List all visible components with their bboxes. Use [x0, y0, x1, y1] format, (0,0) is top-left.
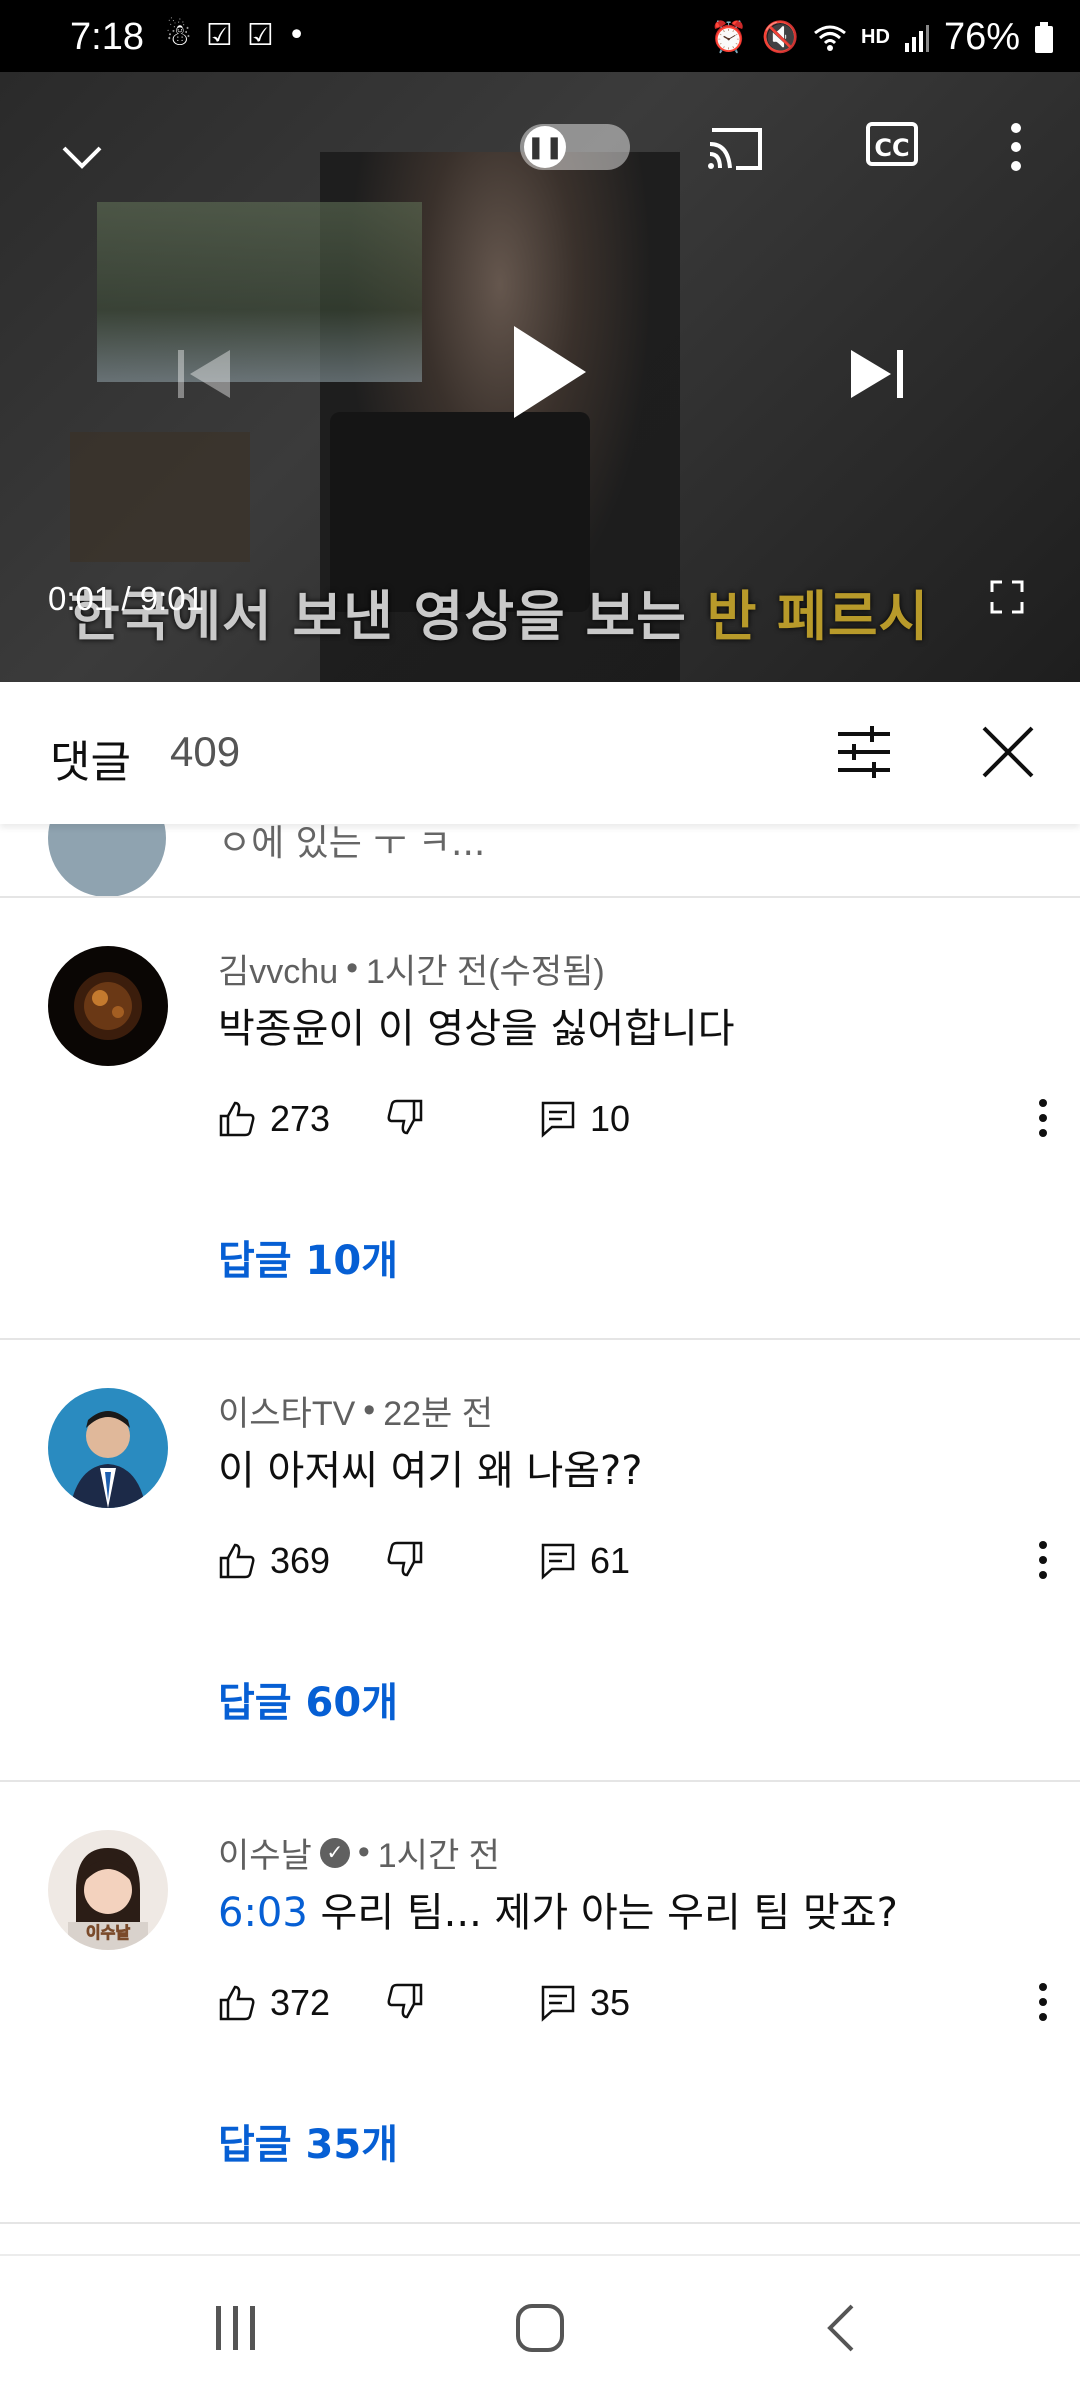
- comments-title: 댓글: [50, 737, 131, 788]
- comment-item[interactable]: 김vvchu • 1시간 전(수정됨) 박종윤이 이 영상을 싫어합니다 273…: [0, 898, 1080, 1338]
- dot-icon: •: [287, 18, 306, 53]
- meta-separator: •: [346, 949, 359, 987]
- sort-filter-icon[interactable]: [836, 724, 892, 784]
- minimize-chevron-icon[interactable]: [60, 132, 104, 183]
- meta-separator: •: [357, 1833, 370, 1871]
- thumbs-down-icon: [387, 1099, 423, 1135]
- comment-meta: 이수날 ✓ • 1시간 전: [218, 1828, 500, 1877]
- comment-icon: [541, 1101, 575, 1138]
- time-readout: 0:01 / 9:01: [48, 580, 204, 617]
- comment-more-icon[interactable]: [1038, 1982, 1048, 2032]
- previous-icon[interactable]: [172, 342, 236, 410]
- comment-text-container: 6:03 우리 팀... 제가 아는 우리 팀 맞죠?: [218, 1880, 898, 1938]
- verified-icon: ✓: [319, 1837, 350, 1868]
- reply-count: 10: [590, 1098, 631, 1139]
- fullscreen-icon[interactable]: [990, 580, 1024, 614]
- comment-text: 우리 팀... 제가 아는 우리 팀 맞죠?: [307, 1890, 898, 1936]
- comment-time: 1시간 전(수정됨): [366, 953, 605, 991]
- thumbs-down-icon: [387, 1541, 423, 1577]
- dislike-button[interactable]: [386, 1540, 424, 1582]
- comment-more-icon[interactable]: [1038, 1540, 1048, 1590]
- meta-separator: •: [363, 1391, 376, 1429]
- thumbs-up-icon: [219, 1985, 255, 2021]
- partial-comment[interactable]: ㅇ에 있는 ㅜ ㅋ...: [0, 779, 1080, 898]
- notification-icon: ☃: [165, 18, 192, 53]
- status-left-icons: ☃ ☑ ☑ •: [165, 20, 305, 52]
- subtitle-highlight: 반 페르시: [706, 585, 930, 648]
- video-frame-poster: [70, 432, 250, 562]
- comment-icon: [541, 1543, 575, 1580]
- avatar-label: 이수날: [86, 1923, 130, 1942]
- like-count: 369: [270, 1540, 331, 1581]
- comment-text: 박종윤이 이 영상을 싫어합니다: [218, 1006, 735, 1052]
- alarm-icon: ⏰: [710, 21, 748, 54]
- comment-item[interactable]: 이수날 이수날 ✓ • 1시간 전 6:03 우리 팀... 제가 아는 우리 …: [0, 1782, 1080, 2222]
- video-player[interactable]: ❚❚ CC 한국에서 보낸 영상을 보는 반 페르시 0:01 / 9:01: [0, 72, 1080, 682]
- comment-actions: 372 35: [218, 1982, 1048, 2042]
- home-icon[interactable]: [514, 2302, 566, 2358]
- status-bar: 7:18 ☃ ☑ ☑ • ⏰ 🔇 HD 76%: [0, 0, 1080, 72]
- dislike-button[interactable]: [386, 1982, 424, 2024]
- status-time: 7:18: [70, 16, 144, 58]
- recent-apps-icon[interactable]: [212, 2302, 260, 2358]
- battery-icon: [1035, 21, 1053, 53]
- cc-icon[interactable]: CC: [866, 122, 918, 166]
- reply-count: 61: [590, 1540, 631, 1581]
- video-thumbnail-overlay: [97, 202, 422, 382]
- avatar[interactable]: [48, 946, 168, 1066]
- comment-item[interactable]: 이스타TV • 22분 전 이 아저씨 여기 왜 나옴?? 369 61 답글 …: [0, 1340, 1080, 1780]
- hd-voice-icon: HD: [861, 26, 890, 48]
- check-icon: ☑: [246, 18, 274, 53]
- comment-icon: [541, 1985, 575, 2022]
- close-icon[interactable]: [980, 724, 1036, 784]
- more-options-icon[interactable]: [1010, 122, 1022, 172]
- thumbs-up-icon: [219, 1101, 255, 1137]
- divider: [0, 2222, 1080, 2224]
- wifi-icon: [814, 25, 846, 51]
- timestamp-link[interactable]: 6:03: [218, 1890, 308, 1936]
- view-replies-link[interactable]: 답글 10개: [218, 1228, 398, 1286]
- dislike-button[interactable]: [386, 1098, 424, 1140]
- comment-author[interactable]: 김vvchu: [218, 944, 338, 993]
- reply-button[interactable]: 10: [540, 1098, 630, 1140]
- like-count: 273: [270, 1098, 331, 1139]
- play-icon[interactable]: [510, 322, 590, 426]
- autoplay-toggle[interactable]: ❚❚: [520, 124, 630, 170]
- comment-actions: 273 10: [218, 1098, 1048, 1158]
- pause-icon: ❚❚: [524, 126, 566, 168]
- like-button[interactable]: 369: [218, 1540, 330, 1582]
- battery-percent: 76%: [943, 16, 1020, 58]
- next-icon[interactable]: [845, 342, 909, 410]
- comment-text: 이 아저씨 여기 왜 나옴??: [218, 1448, 643, 1494]
- avatar[interactable]: [48, 1388, 168, 1508]
- back-icon[interactable]: [822, 2302, 862, 2358]
- reply-count: 35: [590, 1982, 631, 2023]
- comments-header: 댓글 409: [0, 682, 1080, 824]
- mute-icon: 🔇: [761, 21, 800, 54]
- signal-icon: [904, 24, 929, 52]
- avatar[interactable]: 이수날: [48, 1830, 168, 1950]
- like-count: 372: [270, 1982, 331, 2023]
- comment-time: 1시간 전: [377, 1837, 500, 1875]
- comment-more-icon[interactable]: [1038, 1098, 1048, 1148]
- like-button[interactable]: 273: [218, 1098, 330, 1140]
- thumbs-up-icon: [219, 1543, 255, 1579]
- reply-button[interactable]: 61: [540, 1540, 630, 1582]
- comment-meta: 이스타TV • 22분 전: [218, 1386, 493, 1435]
- check-icon: ☑: [205, 18, 233, 53]
- cast-icon[interactable]: [706, 124, 762, 170]
- view-replies-link[interactable]: 답글 60개: [218, 1670, 398, 1728]
- comment-author[interactable]: 이스타TV: [218, 1386, 355, 1435]
- comment-author[interactable]: 이수날: [218, 1828, 312, 1877]
- comment-meta: 김vvchu • 1시간 전(수정됨): [218, 944, 605, 993]
- comment-time: 22분 전: [383, 1395, 494, 1433]
- view-replies-link[interactable]: 답글 35개: [218, 2112, 398, 2170]
- system-nav-bar: [0, 2254, 1080, 2402]
- like-button[interactable]: 372: [218, 1982, 330, 2024]
- reply-button[interactable]: 35: [540, 1982, 630, 2024]
- status-right-icons: ⏰ 🔇 HD 76%: [710, 16, 1054, 59]
- comment-actions: 369 61: [218, 1540, 1048, 1600]
- thumbs-down-icon: [387, 1983, 423, 2019]
- comments-count: 409: [170, 728, 241, 775]
